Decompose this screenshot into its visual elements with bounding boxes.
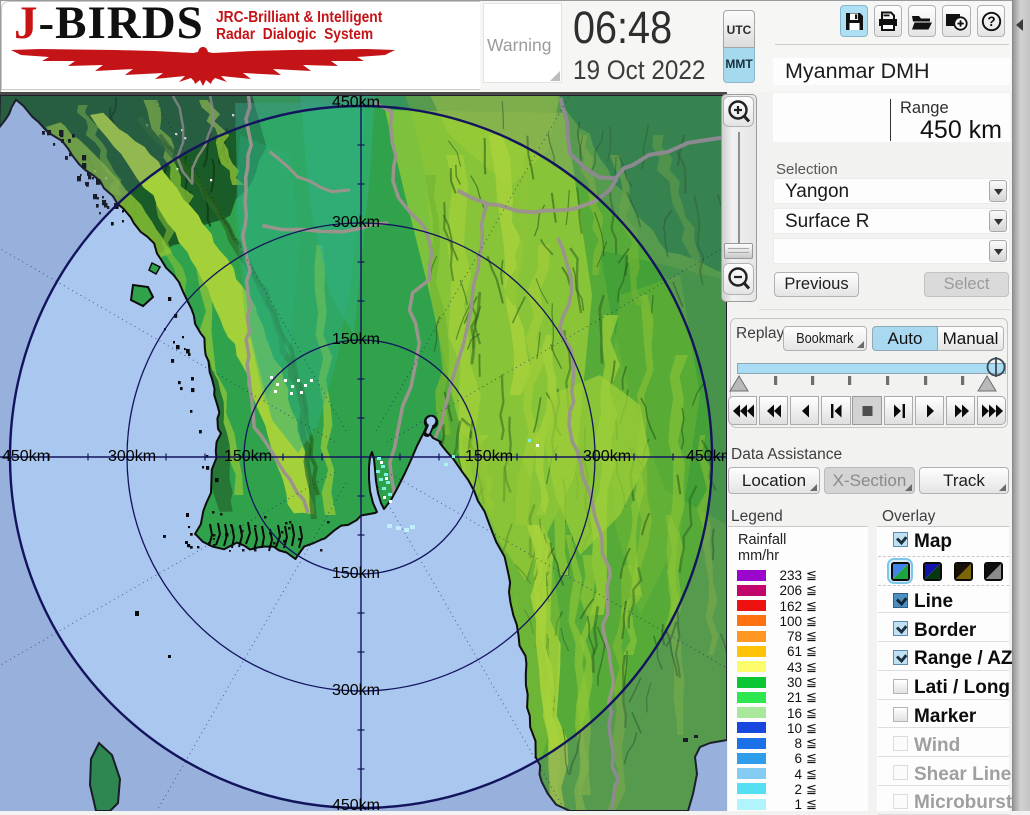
svg-text:150km: 150km xyxy=(465,448,513,465)
svg-text:300km: 300km xyxy=(332,214,380,231)
svg-text:450km: 450km xyxy=(2,448,50,465)
svg-text:300km: 300km xyxy=(108,448,156,465)
svg-text:150km: 150km xyxy=(224,448,272,465)
svg-text:450km: 450km xyxy=(332,797,380,811)
svg-text:450km: 450km xyxy=(686,448,727,465)
svg-text:300km: 300km xyxy=(332,682,380,699)
svg-text:150km: 150km xyxy=(332,331,380,348)
svg-text:300km: 300km xyxy=(583,448,631,465)
svg-text:150km: 150km xyxy=(332,565,380,582)
svg-text:?: ? xyxy=(987,14,995,29)
svg-text:450km: 450km xyxy=(332,95,380,111)
